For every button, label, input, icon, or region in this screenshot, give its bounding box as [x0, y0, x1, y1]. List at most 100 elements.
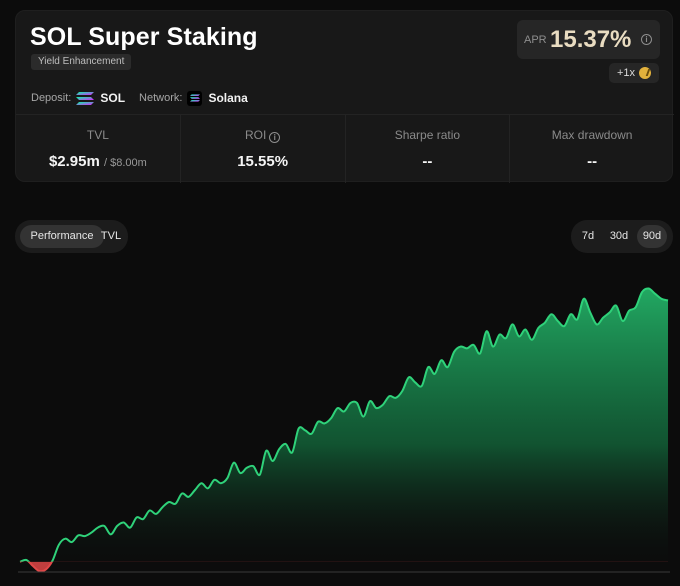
data-point-97[interactable] — [646, 286, 652, 292]
data-point-92[interactable] — [613, 303, 619, 309]
data-point-7[interactable] — [62, 536, 68, 542]
data-point-100[interactable] — [665, 298, 671, 304]
data-point-61[interactable] — [412, 380, 418, 386]
data-point-62[interactable] — [419, 383, 425, 389]
data-point-64[interactable] — [432, 371, 438, 377]
data-point-18[interactable] — [134, 514, 140, 520]
data-point-44[interactable] — [302, 427, 308, 433]
data-point-65[interactable] — [438, 357, 444, 363]
data-point-28[interactable] — [198, 480, 204, 486]
data-point-10[interactable] — [82, 533, 88, 539]
data-point-53[interactable] — [360, 414, 366, 420]
data-point-47[interactable] — [322, 420, 328, 426]
data-point-26[interactable] — [186, 494, 192, 500]
apr-info-icon[interactable]: i — [641, 34, 652, 45]
data-point-72[interactable] — [484, 328, 490, 334]
data-point-25[interactable] — [179, 491, 185, 497]
data-point-19[interactable] — [140, 516, 146, 522]
range-7d-button[interactable]: 7d — [577, 225, 599, 248]
data-point-45[interactable] — [309, 431, 315, 437]
data-point-98[interactable] — [652, 291, 658, 297]
data-point-40[interactable] — [276, 446, 282, 452]
data-point-33[interactable] — [231, 460, 237, 466]
data-point-78[interactable] — [522, 327, 528, 333]
data-point-79[interactable] — [529, 337, 535, 343]
data-point-93[interactable] — [620, 318, 626, 324]
data-point-87[interactable] — [581, 296, 587, 302]
data-point-75[interactable] — [503, 335, 509, 341]
data-point-89[interactable] — [594, 321, 600, 327]
data-point-67[interactable] — [451, 349, 457, 355]
data-point-83[interactable] — [555, 318, 561, 324]
data-point-50[interactable] — [341, 409, 347, 415]
data-point-43[interactable] — [296, 426, 302, 432]
data-point-34[interactable] — [237, 470, 243, 476]
data-point-96[interactable] — [639, 289, 645, 295]
boost-badge[interactable]: +1x — [609, 63, 659, 83]
data-point-81[interactable] — [542, 320, 548, 326]
data-point-35[interactable] — [244, 465, 250, 471]
data-point-11[interactable] — [88, 530, 94, 536]
data-point-29[interactable] — [205, 485, 211, 491]
data-point-86[interactable] — [574, 316, 580, 322]
data-point-66[interactable] — [445, 364, 451, 370]
data-point-42[interactable] — [289, 450, 295, 456]
data-point-68[interactable] — [458, 344, 464, 350]
data-point-6[interactable] — [56, 542, 62, 548]
data-point-85[interactable] — [568, 311, 574, 317]
data-point-76[interactable] — [510, 321, 516, 327]
data-point-1[interactable] — [24, 557, 30, 563]
data-point-39[interactable] — [270, 458, 276, 464]
data-point-55[interactable] — [373, 405, 379, 411]
data-point-59[interactable] — [399, 388, 405, 394]
data-point-3[interactable] — [36, 568, 42, 574]
data-point-69[interactable] — [464, 345, 470, 351]
data-point-0[interactable] — [17, 559, 23, 565]
data-point-84[interactable] — [561, 323, 567, 329]
data-point-70[interactable] — [471, 342, 477, 348]
data-point-99[interactable] — [659, 296, 665, 302]
data-point-23[interactable] — [166, 499, 172, 505]
data-point-73[interactable] — [490, 344, 496, 350]
data-point-80[interactable] — [535, 325, 541, 331]
roi-info-icon[interactable]: i — [269, 132, 281, 143]
data-point-5[interactable] — [49, 558, 55, 564]
data-point-48[interactable] — [328, 415, 334, 421]
data-point-8[interactable] — [69, 539, 75, 545]
data-point-77[interactable] — [516, 333, 522, 339]
range-30d-button[interactable]: 30d — [605, 225, 633, 248]
data-point-24[interactable] — [173, 501, 179, 507]
data-point-91[interactable] — [607, 309, 613, 315]
data-point-74[interactable] — [497, 332, 503, 338]
data-point-38[interactable] — [263, 448, 269, 454]
data-point-56[interactable] — [380, 402, 386, 408]
data-point-94[interactable] — [626, 308, 632, 314]
data-point-60[interactable] — [406, 374, 412, 380]
data-point-88[interactable] — [587, 309, 593, 315]
tab-tvl[interactable]: TVL — [97, 225, 125, 248]
data-point-71[interactable] — [477, 350, 483, 356]
data-point-95[interactable] — [633, 304, 639, 310]
data-point-30[interactable] — [211, 477, 217, 483]
data-point-37[interactable] — [257, 472, 263, 478]
data-point-82[interactable] — [548, 311, 554, 317]
data-point-21[interactable] — [153, 511, 159, 517]
data-point-58[interactable] — [393, 395, 399, 401]
data-point-16[interactable] — [121, 520, 127, 526]
data-point-31[interactable] — [218, 480, 224, 486]
data-point-36[interactable] — [250, 463, 256, 469]
data-point-22[interactable] — [160, 504, 166, 510]
data-point-20[interactable] — [147, 508, 153, 514]
data-point-15[interactable] — [114, 523, 120, 529]
data-point-17[interactable] — [127, 525, 133, 531]
data-point-9[interactable] — [75, 532, 81, 538]
data-point-90[interactable] — [600, 315, 606, 321]
data-point-54[interactable] — [367, 398, 373, 404]
data-point-32[interactable] — [224, 475, 230, 481]
data-point-14[interactable] — [108, 531, 114, 537]
data-point-51[interactable] — [348, 400, 354, 406]
data-point-41[interactable] — [283, 441, 289, 447]
data-point-2[interactable] — [30, 563, 36, 569]
data-point-63[interactable] — [425, 364, 431, 370]
data-point-46[interactable] — [315, 419, 321, 425]
